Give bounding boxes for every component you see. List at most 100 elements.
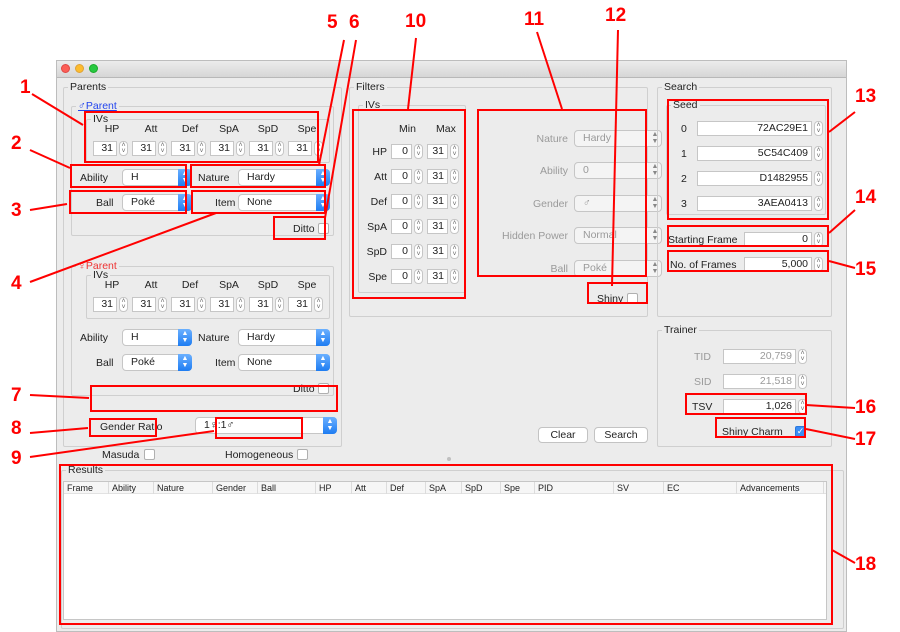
female-iv-label: Def: [181, 279, 199, 291]
homogeneous-checkbox[interactable]: [297, 449, 308, 460]
female-iv-input[interactable]: 31: [93, 297, 117, 312]
parents-group-title: Parents: [68, 81, 109, 94]
annotation-box-6: [273, 216, 326, 240]
female-iv-spinner[interactable]: 31 ˄ ˅: [171, 297, 206, 312]
filters-group-title: Filters: [354, 81, 387, 94]
close-window-button[interactable]: [61, 64, 70, 73]
spinner-arrows-icon[interactable]: ˄ ˅: [236, 297, 245, 312]
annotation-box-2: [70, 164, 187, 188]
spinner-arrows-icon[interactable]: ˄ ˅: [119, 297, 128, 312]
female-iv-input[interactable]: 31: [171, 297, 195, 312]
female-iv-spinner[interactable]: 31 ˄ ˅: [249, 297, 284, 312]
tid-input[interactable]: 20,759: [723, 349, 796, 364]
spinner-arrows-icon[interactable]: ˄ ˅: [275, 297, 284, 312]
annotation-number-14: 14: [855, 187, 877, 208]
annotation-box-7: [90, 385, 338, 412]
female-iv-input[interactable]: 31: [288, 297, 312, 312]
female-ball-select[interactable]: Poké ▲ ▼: [122, 354, 192, 371]
female-iv-input[interactable]: 31: [210, 297, 234, 312]
split-pane-divider-handle[interactable]: [447, 457, 451, 461]
chevron-updown-icon: ▲ ▼: [178, 329, 192, 346]
annotation-box-18: [59, 464, 833, 625]
female-item-label: Item: [215, 357, 236, 369]
chevron-updown-icon: ▲ ▼: [178, 354, 192, 371]
chevron-updown-icon: ▲ ▼: [316, 329, 330, 346]
masuda-label: Masuda: [102, 449, 140, 461]
annotation-box-3: [69, 190, 187, 214]
female-nature-label: Nature: [198, 332, 230, 344]
spinner-arrows-icon[interactable]: ˄ ˅: [197, 297, 206, 312]
female-ability-label: Ability: [80, 332, 109, 344]
female-item-value: None: [247, 356, 273, 368]
chevron-updown-icon: ▲ ▼: [323, 417, 337, 434]
female-parent-group: ♀Parent IVs HP 31 ˄ ˅ Att 31 ˄ ˅ Def 31 ˄ ˅ SpA 31 ˄ ˅ S…: [71, 260, 334, 396]
homogeneous-label: Homogeneous: [225, 449, 294, 461]
female-ball-value: Poké: [131, 356, 155, 368]
masuda-checkbox[interactable]: [144, 449, 155, 460]
annotation-number-18: 18: [855, 554, 877, 575]
annotation-number-7: 7: [11, 385, 22, 406]
female-iv-label: Spe: [297, 279, 317, 291]
annotation-box-9: [215, 417, 303, 439]
female-iv-label: SpD: [257, 279, 279, 291]
annotation-box-14: [667, 225, 829, 247]
female-iv-input[interactable]: 31: [132, 297, 156, 312]
spinner-arrows-icon[interactable]: ˄ ˅: [314, 297, 323, 312]
annotation-box-13: [667, 99, 829, 220]
annotation-number-11: 11: [524, 9, 545, 30]
search-group-title: Search: [662, 81, 700, 94]
annotation-number-3: 3: [11, 200, 22, 221]
spinner-arrows-icon[interactable]: ˄ ˅: [158, 297, 167, 312]
annotation-box-11: [477, 109, 647, 277]
clear-button[interactable]: Clear: [538, 427, 588, 443]
annotation-box-1: [84, 111, 319, 163]
title-bar: [57, 61, 846, 78]
annotation-box-5: [190, 164, 326, 188]
annotation-number-1: 1: [20, 77, 31, 98]
trainer-group-title: Trainer: [662, 324, 699, 337]
annotation-box-4: [191, 190, 326, 214]
sid-label: SID: [694, 376, 712, 388]
annotation-number-4: 4: [11, 273, 22, 294]
tid-spinner[interactable]: 20,759 ˄ ˅: [723, 349, 807, 364]
annotation-number-2: 2: [11, 133, 22, 154]
annotation-number-16: 16: [855, 397, 877, 418]
female-iv-spinner[interactable]: 31 ˄ ˅: [288, 297, 323, 312]
female-iv-spinner[interactable]: 31 ˄ ˅: [93, 297, 128, 312]
annotation-number-17: 17: [855, 429, 877, 450]
annotation-number-5: 5: [327, 12, 338, 33]
annotation-box-10: [352, 109, 466, 299]
female-ability-select[interactable]: H ▲ ▼: [122, 329, 192, 346]
annotation-box-15: [667, 250, 829, 272]
female-iv-label: HP: [104, 279, 120, 291]
female-ivs-group: IVs HP 31 ˄ ˅ Att 31 ˄ ˅ Def 31 ˄ ˅ SpA 31 ˄ ˅ SpD 31 ˄ ˅ Sp…: [86, 269, 330, 319]
annotation-number-10: 10: [405, 11, 427, 32]
annotation-number-6: 6: [349, 12, 360, 33]
female-iv-label: SpA: [219, 279, 239, 291]
spinner-arrows-icon[interactable]: ˄ ˅: [798, 374, 807, 389]
maximize-window-button[interactable]: [89, 64, 98, 73]
annotation-number-13: 13: [855, 86, 877, 107]
annotation-number-15: 15: [855, 259, 877, 280]
female-iv-label: Att: [144, 279, 158, 291]
spinner-arrows-icon[interactable]: ˄ ˅: [798, 349, 807, 364]
search-button[interactable]: Search: [594, 427, 648, 443]
annotation-box-8: [89, 418, 157, 437]
annotation-number-9: 9: [11, 448, 22, 469]
annotation-number-12: 12: [605, 5, 627, 26]
female-nature-value: Hardy: [247, 331, 276, 343]
sid-spinner[interactable]: 21,518 ˄ ˅: [723, 374, 807, 389]
minimize-window-button[interactable]: [75, 64, 84, 73]
female-iv-input[interactable]: 31: [249, 297, 273, 312]
annotation-box-12: [587, 282, 648, 304]
chevron-updown-icon: ▲ ▼: [316, 354, 330, 371]
female-item-select[interactable]: None ▲ ▼: [238, 354, 330, 371]
tid-label: TID: [694, 351, 711, 363]
female-iv-spinner[interactable]: 31 ˄ ˅: [132, 297, 167, 312]
female-ball-label: Ball: [96, 357, 114, 369]
annotation-number-8: 8: [11, 418, 22, 439]
female-nature-select[interactable]: Hardy ▲ ▼: [238, 329, 330, 346]
female-iv-spinner[interactable]: 31 ˄ ˅: [210, 297, 245, 312]
sid-input[interactable]: 21,518: [723, 374, 796, 389]
female-ability-value: H: [131, 331, 139, 343]
